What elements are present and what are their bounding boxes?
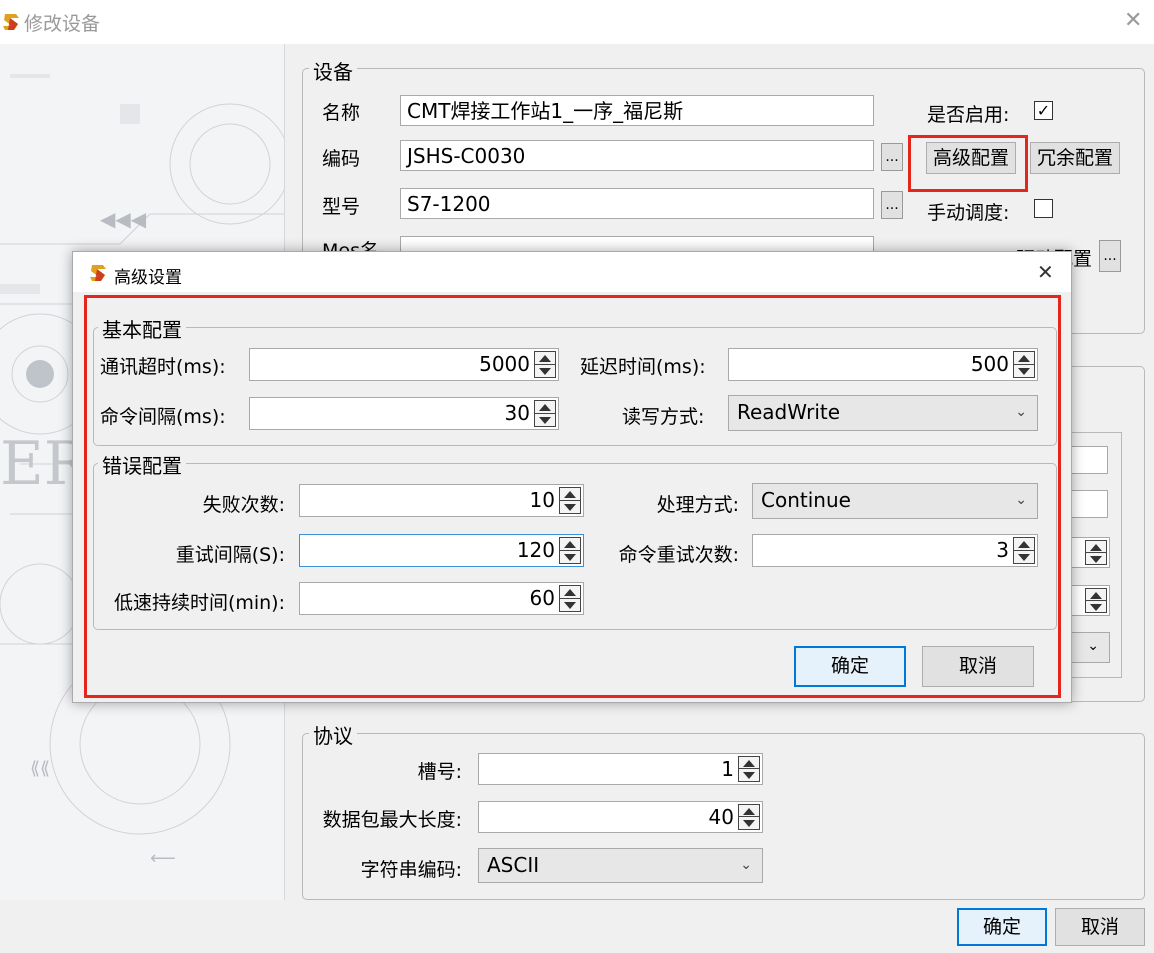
retry-interval-spin-buttons[interactable]: [559, 537, 581, 564]
manual-dispatch-label: 手动调度:: [927, 202, 1010, 224]
enabled-checkbox[interactable]: ✓: [1034, 101, 1053, 120]
rw-mode-value: ReadWrite: [737, 400, 841, 424]
hidden-spin-2[interactable]: [1068, 585, 1110, 616]
retry-count-spinner[interactable]: 3: [752, 534, 1038, 567]
chevron-down-icon: ⌄: [740, 857, 752, 873]
retry-count-label: 命令重试次数:: [618, 544, 739, 566]
chevron-down-icon: ⌄: [1015, 492, 1027, 508]
interval-spinner[interactable]: 30: [249, 397, 559, 430]
window-title: 修改设备: [24, 13, 101, 35]
fail-count-label: 失败次数:: [202, 494, 285, 516]
interval-spin-buttons[interactable]: [534, 400, 556, 427]
delay-value: 500: [970, 352, 1009, 376]
rw-mode-label: 读写方式:: [622, 406, 705, 428]
interval-label: 命令间隔(ms):: [100, 406, 226, 428]
name-label: 名称: [322, 102, 361, 124]
fail-count-spin-buttons[interactable]: [559, 487, 581, 514]
redundant-config-button[interactable]: 冗余配置: [1030, 142, 1120, 174]
slot-label: 槽号:: [417, 761, 462, 783]
code-label: 编码: [322, 148, 361, 170]
advanced-settings-dialog: 高级设置 ✕ 基本配置 通讯超时(ms): 5000 延迟时间(ms): 500…: [72, 251, 1072, 703]
max-packet-spinner[interactable]: 40: [478, 801, 763, 833]
slot-spinner[interactable]: 1: [478, 753, 763, 785]
dialog-close-icon[interactable]: ✕: [1037, 260, 1054, 284]
dialog-title-bar: 高级设置 ✕: [73, 252, 1071, 292]
slot-spin-buttons[interactable]: [738, 756, 760, 782]
encoding-value: ASCII: [487, 853, 540, 877]
dialog-title: 高级设置: [114, 268, 182, 288]
code-browse-button[interactable]: ...: [881, 143, 903, 171]
advanced-config-button[interactable]: 高级配置: [926, 142, 1016, 174]
window-close-icon[interactable]: ✕: [1124, 9, 1142, 33]
max-packet-value: 40: [708, 805, 734, 829]
basic-config-label: 基本配置: [98, 314, 186, 343]
app-logo-icon: [90, 265, 106, 281]
enabled-label: 是否启用:: [927, 104, 1010, 126]
hidden-input-2[interactable]: [1068, 490, 1108, 518]
timeout-spinner[interactable]: 5000: [249, 348, 559, 381]
dialog-cancel-button[interactable]: 取消: [922, 646, 1034, 687]
hidden-combo[interactable]: ⌄: [1068, 632, 1110, 663]
retry-interval-value: 120: [516, 538, 555, 562]
device-group-label: 设备: [309, 56, 357, 85]
chevron-down-icon: ⌄: [1015, 404, 1027, 420]
encoding-select[interactable]: ASCII ⌄: [478, 848, 763, 883]
low-speed-duration-spin-buttons[interactable]: [559, 585, 581, 612]
delay-spin-buttons[interactable]: [1013, 351, 1035, 378]
handle-mode-select[interactable]: Continue ⌄: [752, 483, 1038, 519]
rw-mode-select[interactable]: ReadWrite ⌄: [728, 395, 1038, 431]
svg-text:⟵: ⟵: [150, 848, 176, 869]
delay-label: 延迟时间(ms):: [580, 356, 706, 378]
manual-dispatch-checkbox[interactable]: [1034, 199, 1053, 218]
window-title-bar: 修改设备 ✕: [0, 0, 1154, 44]
handle-mode-label: 处理方式:: [656, 494, 739, 516]
timeout-label: 通讯超时(ms):: [100, 356, 226, 378]
name-input[interactable]: CMT焊接工作站1_一序_福尼斯: [400, 95, 874, 126]
retry-count-value: 3: [996, 538, 1009, 562]
app-logo-icon: [3, 14, 19, 30]
fail-count-value: 10: [529, 488, 555, 512]
retry-count-spin-buttons[interactable]: [1013, 537, 1035, 564]
model-browse-button[interactable]: ...: [881, 191, 903, 219]
model-label: 型号: [322, 196, 361, 218]
slot-value: 1: [721, 757, 734, 781]
fail-count-spinner[interactable]: 10: [299, 484, 584, 517]
main-ok-button[interactable]: 确定: [957, 908, 1047, 946]
interval-value: 30: [504, 401, 530, 425]
max-packet-label: 数据包最大长度:: [322, 809, 462, 831]
main-cancel-button[interactable]: 取消: [1055, 908, 1145, 946]
protocol-group-label: 协议: [309, 720, 357, 749]
error-config-label: 错误配置: [98, 450, 186, 479]
code-input[interactable]: JSHS-C0030: [400, 140, 874, 171]
encoding-label: 字符串编码:: [360, 859, 462, 881]
delay-spinner[interactable]: 500: [728, 348, 1038, 381]
chevron-down-icon: ⌄: [1087, 638, 1099, 654]
retry-interval-label: 重试间隔(S):: [175, 544, 285, 566]
max-packet-spin-buttons[interactable]: [738, 804, 760, 830]
low-speed-duration-spinner[interactable]: 60: [299, 582, 584, 615]
model-input[interactable]: S7-1200: [400, 188, 874, 219]
driver-config-button[interactable]: ...: [1099, 240, 1121, 272]
timeout-spin-buttons[interactable]: [534, 351, 556, 378]
low-speed-duration-label: 低速持续时间(min):: [113, 592, 285, 614]
hidden-spin-1[interactable]: [1068, 537, 1110, 568]
svg-text:◀◀◀: ◀◀◀: [100, 207, 147, 231]
low-speed-duration-value: 60: [529, 586, 555, 610]
svg-text:⟪⟪: ⟪⟪: [30, 758, 50, 779]
timeout-value: 5000: [479, 352, 530, 376]
hidden-input-1[interactable]: [1068, 446, 1108, 474]
dialog-ok-button[interactable]: 确定: [794, 646, 906, 687]
handle-mode-value: Continue: [761, 488, 851, 512]
retry-interval-spinner[interactable]: 120: [299, 534, 584, 567]
